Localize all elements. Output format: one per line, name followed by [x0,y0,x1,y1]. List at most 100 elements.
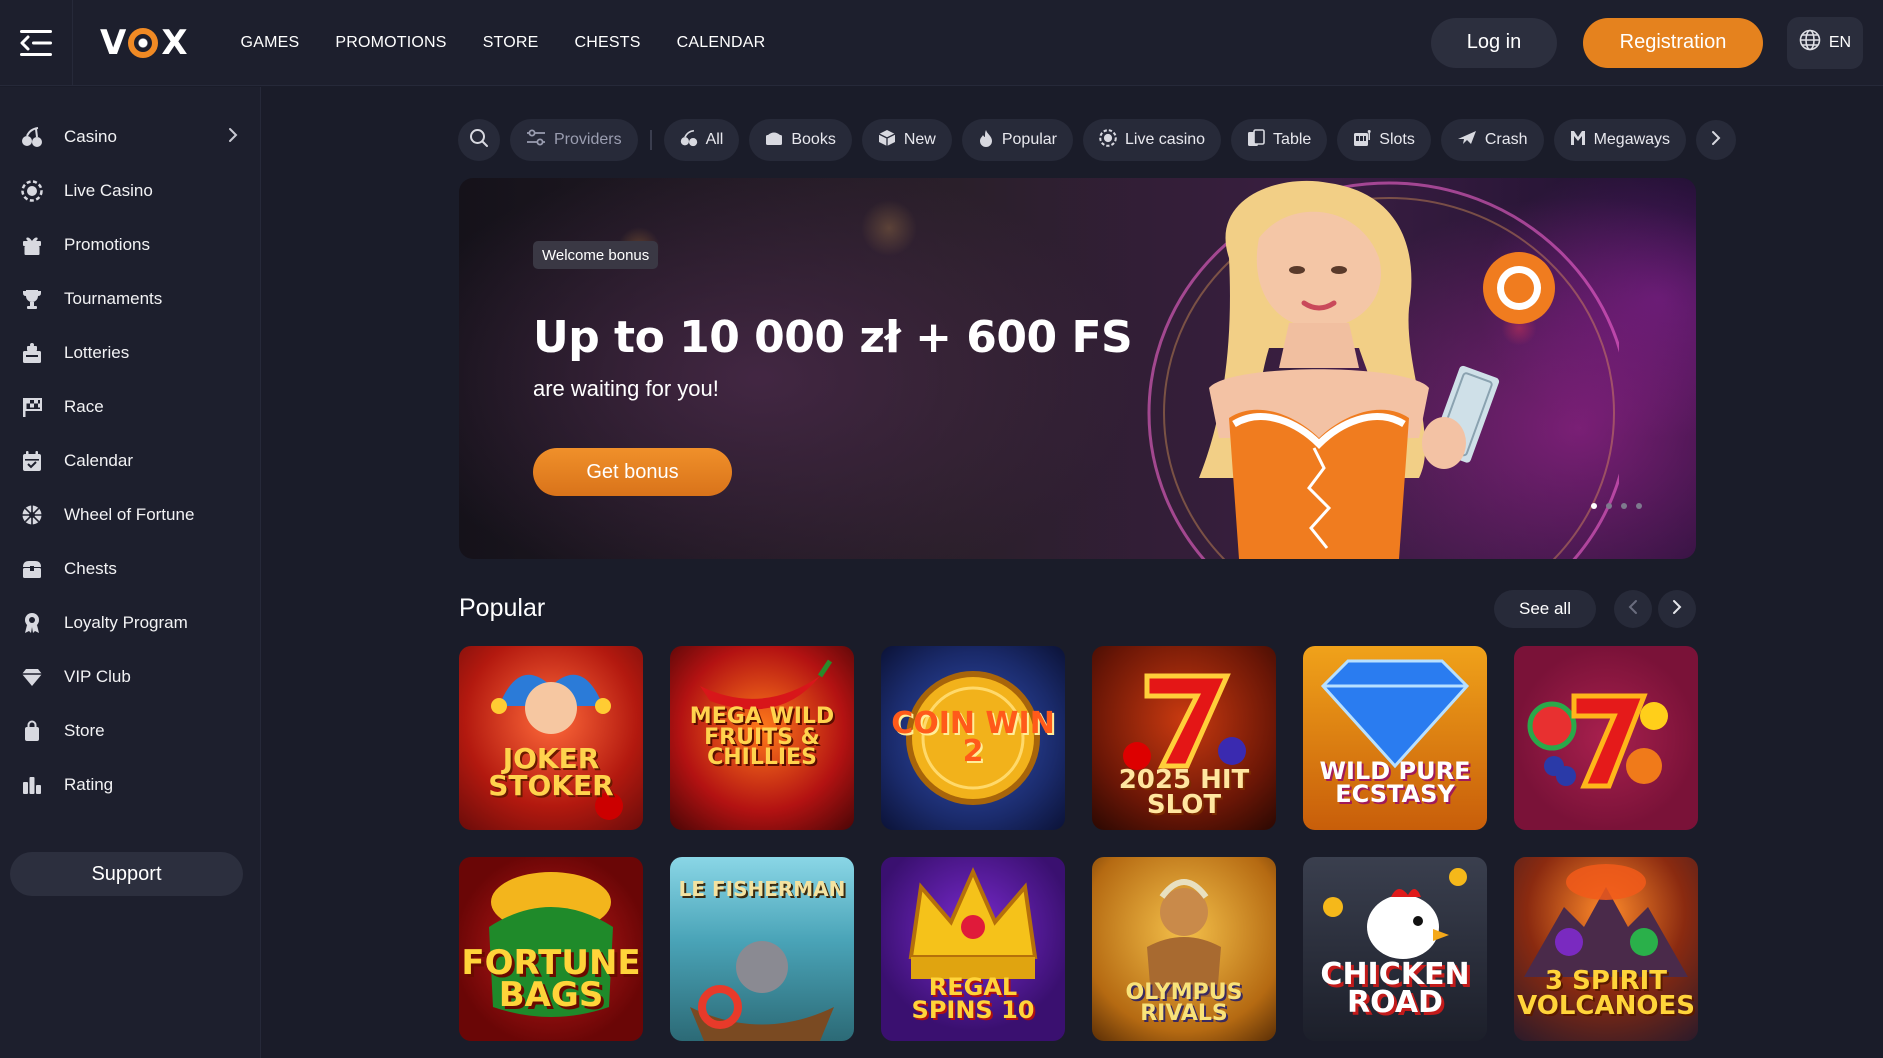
game-title: Le Fisherman [678,876,846,901]
banner-dot-1[interactable] [1591,503,1597,509]
game-tile-le-fisherman[interactable]: Le Fisherman [670,857,854,1041]
sidebar-item-label: Loyalty Program [64,613,188,632]
top-nav: GAMES PROMOTIONS STORE CHESTS CALENDAR [241,34,766,52]
welcome-bonus-badge: Welcome bonus [533,241,659,269]
game-tile-wild-pure-ecstasy[interactable]: Wild Pure Ecstasy [1303,646,1487,830]
banner-subtitle: are waiting for you! [533,376,719,401]
category-crash[interactable]: Crash [1440,119,1544,161]
category-popular[interactable]: Popular [961,119,1073,161]
sidebar-item-casino[interactable]: Casino [0,110,260,164]
game-tile-joker-stoker[interactable]: Joker Stoker [459,646,643,830]
language-label: EN [1828,33,1852,51]
cherries-icon [20,125,44,149]
game-title: Regal Spins 10 [911,973,1035,1024]
category-label: Books [791,131,836,148]
gift-icon [20,233,44,257]
sidebar-item-lotteries[interactable]: Lotteries [0,326,260,380]
banner-hero-illustration [1147,180,1619,559]
registration-button[interactable]: Registration [1583,17,1763,68]
banner-dot-4[interactable] [1636,503,1642,509]
sidebar-item-store[interactable]: Store [0,704,260,758]
game-title: Coin Win 2 [891,705,1055,769]
game-tile-chicken-road[interactable]: Chicken Road [1303,857,1487,1041]
filters-scroll-right[interactable] [1696,120,1737,160]
category-live-casino[interactable]: Live casino [1083,119,1222,161]
category-slots[interactable]: Slots [1337,119,1431,161]
banner-pagination [1591,503,1642,509]
sidebar-item-label: Casino [64,127,117,146]
see-all-button[interactable]: See all [1494,590,1596,628]
category-label: Popular [1001,131,1057,148]
game-tile-regal-spins-10[interactable]: Regal Spins 10 [881,857,1065,1041]
category-table[interactable]: Table [1231,119,1328,161]
sidebar-item-rating[interactable]: Rating [0,758,260,812]
search-button[interactable] [458,119,500,161]
sidebar-item-live-casino[interactable]: Live Casino [0,164,260,218]
sidebar-item-label: Race [64,397,104,416]
welcome-bonus-banner[interactable]: Welcome bonus Up to 10 000 zł + 600 FS a… [459,178,1696,559]
game-tile-mega-wild-fruits[interactable]: Mega Wild Fruits & Chillies [670,646,854,830]
book-icon [765,129,783,152]
popular-next-button[interactable] [1658,590,1696,628]
banner-dot-3[interactable] [1621,503,1627,509]
nav-games[interactable]: GAMES [241,34,300,52]
category-new[interactable]: New [861,119,952,161]
joker-art [491,674,623,820]
game-tile-olympus-rivals[interactable]: Olympus Rivals [1092,857,1276,1041]
get-bonus-button[interactable]: Get bonus [533,448,732,496]
logo-letter-v: V [100,22,126,63]
wheel-icon [20,503,44,527]
providers-filter[interactable]: Providers [510,119,638,161]
category-megaways[interactable]: Megaways [1553,119,1687,161]
sidebar-item-chests[interactable]: Chests [0,542,260,596]
nav-chests[interactable]: CHESTS [575,34,641,52]
menu-toggle-icon[interactable] [0,0,73,86]
sidebar-item-label: Store [64,721,105,740]
category-books[interactable]: Books [749,119,852,161]
sidebar-item-calendar[interactable]: Calendar [0,434,260,488]
cherries-icon [680,129,698,152]
nav-calendar[interactable]: CALENDAR [677,34,766,52]
sidebar-item-label: Calendar [64,451,133,470]
sidebar: Casino Live Casino Promotions Tournament… [0,87,261,1058]
sidebar-item-label: Live Casino [64,181,153,200]
bar-chart-icon [20,773,44,797]
sidebar-item-label: Promotions [64,235,150,254]
chest-icon [20,557,44,581]
game-title: Fortune Bags [461,942,641,1015]
chevron-left-icon [1628,599,1638,620]
game-tile-hit-slot[interactable]: 2025 Hit Slot [1092,646,1276,830]
nav-store[interactable]: STORE [483,34,539,52]
logo-letter-x: X [161,22,187,63]
sidebar-item-wheel-of-fortune[interactable]: Wheel of Fortune [0,488,260,542]
sidebar-item-loyalty-program[interactable]: Loyalty Program [0,596,260,650]
nav-promotions[interactable]: PROMOTIONS [335,34,446,52]
cards-icon [1247,128,1265,152]
game-title: Mega Wild Fruits & Chillies [689,703,835,771]
sidebar-item-tournaments[interactable]: Tournaments [0,272,260,326]
login-button[interactable]: Log in [1431,17,1557,68]
vox-logo[interactable]: V X [100,22,188,63]
category-label: Crash [1484,131,1528,148]
game-tile-3-spirit-volcanoes[interactable]: 3 Spirit Volcanoes [1514,857,1698,1041]
game-tile-fruit-seven[interactable] [1514,646,1698,830]
popular-section-title: Popular [459,594,546,622]
banner-dot-2[interactable] [1606,503,1612,509]
search-icon [469,128,489,153]
lottery-icon [20,341,44,365]
popular-prev-button[interactable] [1614,590,1652,628]
sidebar-item-label: Chests [64,559,117,578]
game-tile-coin-win-2[interactable]: Coin Win 2 [881,646,1065,830]
category-all[interactable]: All [663,119,740,161]
filter-divider [649,130,652,150]
sidebar-item-promotions[interactable]: Promotions [0,218,260,272]
language-selector[interactable]: EN [1787,16,1863,69]
sidebar-item-vip-club[interactable]: VIP Club [0,650,260,704]
game-tile-fortune-bags[interactable]: Fortune Bags [459,857,643,1041]
support-button[interactable]: Support [10,852,243,896]
diamond-icon [20,665,44,689]
globe-icon [1799,29,1821,56]
chevron-right-icon [1711,130,1721,151]
sidebar-item-race[interactable]: Race [0,380,260,434]
category-label: Live casino [1125,131,1206,148]
